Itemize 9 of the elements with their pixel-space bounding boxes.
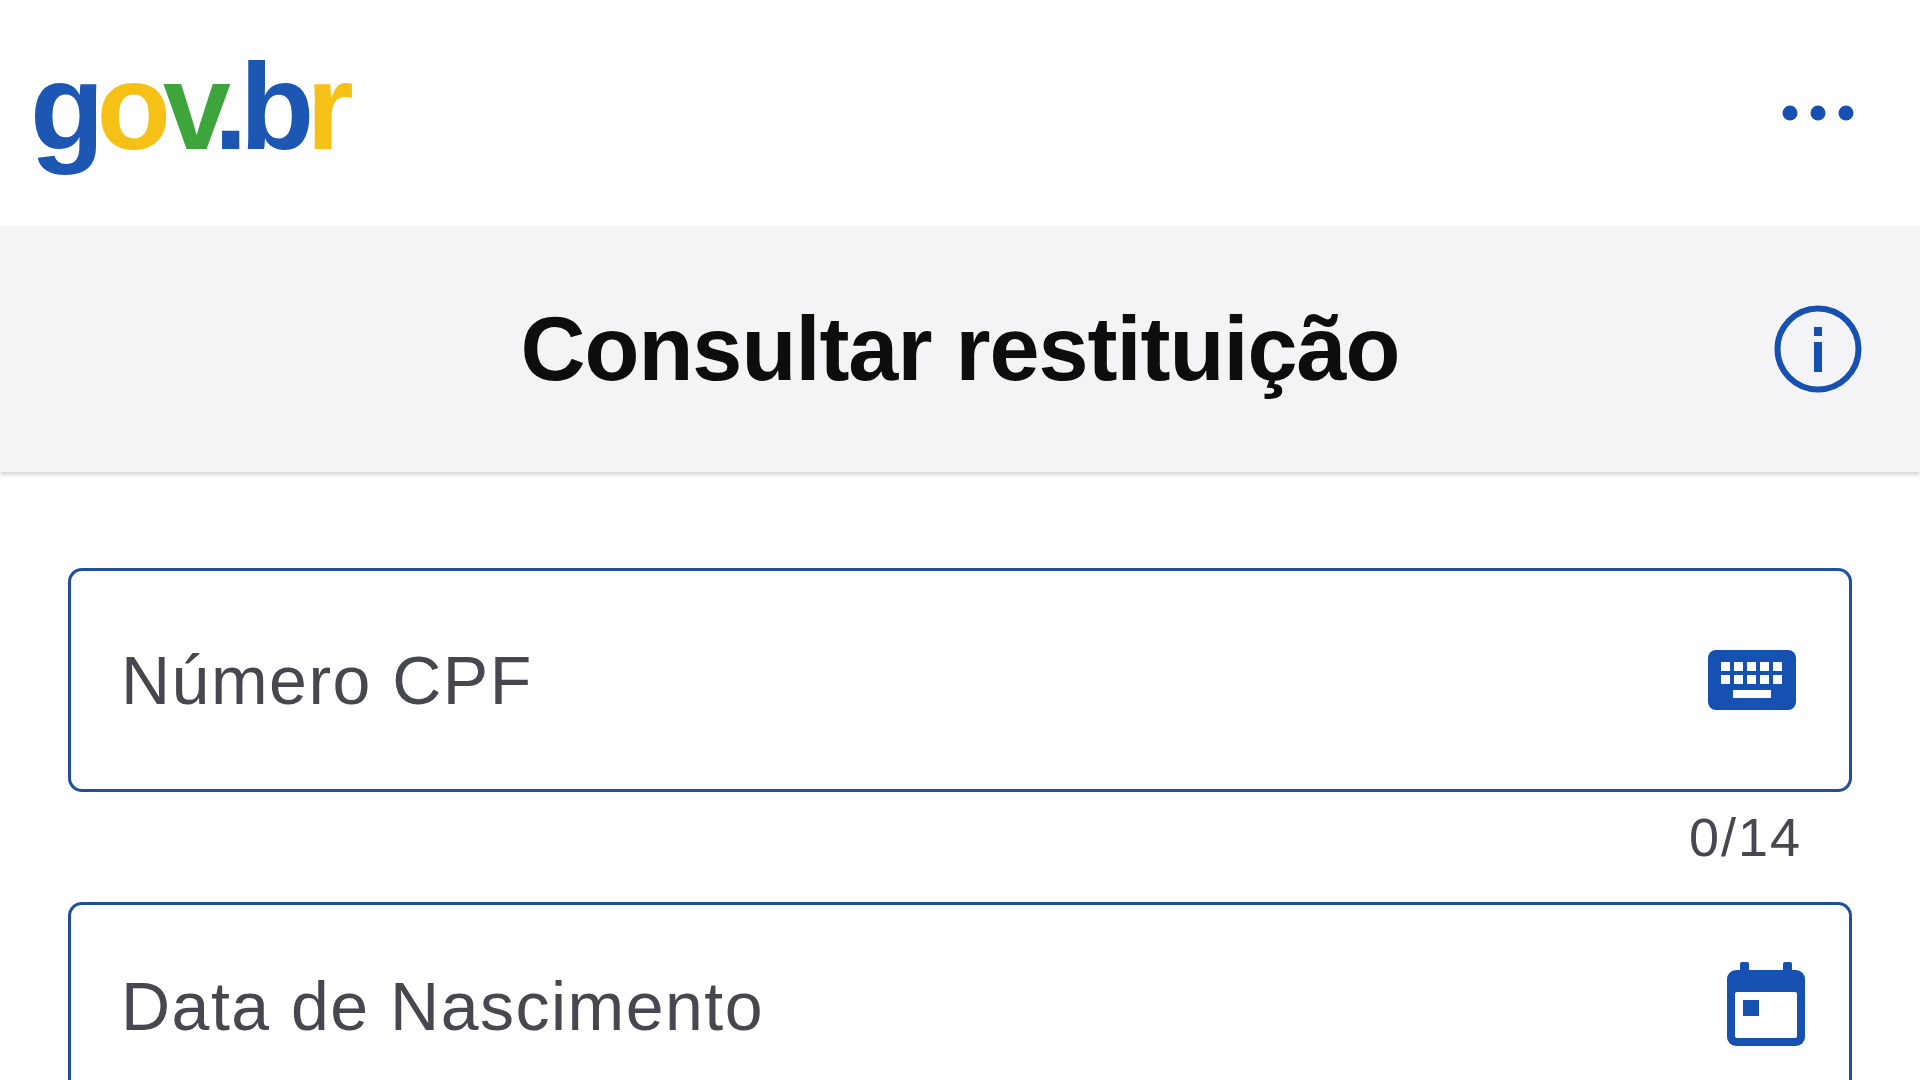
character-counter: 0/14 (1688, 806, 1802, 868)
page-title: Consultar restituição (520, 297, 1400, 401)
more-options-icon[interactable] (1782, 105, 1854, 121)
info-icon[interactable] (1774, 305, 1862, 393)
cpf-input-field[interactable]: Número CPF (68, 568, 1852, 792)
keyboard-icon[interactable] (1708, 650, 1796, 710)
logo: gov.br (30, 46, 355, 177)
date-input-field[interactable]: Data de Nascimento (68, 902, 1852, 1080)
calendar-icon[interactable] (1726, 962, 1806, 1046)
